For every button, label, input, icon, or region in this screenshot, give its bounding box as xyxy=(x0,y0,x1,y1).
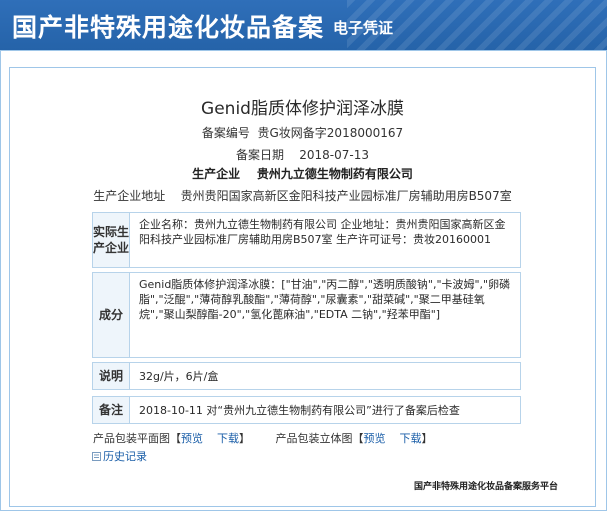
ingredients-section: 成分 Genid脂质体修护润泽冰膜：["甘油","丙二醇","透明质酸钠","卡… xyxy=(92,272,521,358)
description-section: 说明 32g/片，6片/盒 xyxy=(92,362,521,390)
product-name: Genid脂质体修护润泽冰膜 xyxy=(201,99,404,119)
header-title: 国产非特殊用途化妆品备案 xyxy=(12,13,325,42)
flat-preview-link[interactable]: 预览 xyxy=(181,432,203,445)
description-label: 说明 xyxy=(93,363,130,389)
manufacturer-label: 生产企业 xyxy=(192,167,241,181)
remark-label: 备注 xyxy=(93,397,130,423)
actual-producer-section: 实际生产企业 企业名称：贵州九立德生物制药有限公司 企业地址：贵州贵阳国家高新区… xyxy=(92,212,521,268)
stereo-download-link[interactable]: 下载 xyxy=(400,432,422,445)
header-subtitle: 电子凭证 xyxy=(333,19,394,37)
actual-producer-label: 实际生产企业 xyxy=(93,213,130,267)
registration-date: 2018-07-13 xyxy=(299,148,370,162)
bracket-open: 【 xyxy=(352,432,364,445)
stereo-preview-link[interactable]: 预览 xyxy=(364,432,386,445)
bracket-close: 】 xyxy=(421,432,433,445)
manufacturer-address-row: 生产企业地址 贵州贵阳国家高新区金阳科技产业园标准厂房辅助用房B507室 xyxy=(10,187,595,204)
header-banner: 国产非特殊用途化妆品备案 电子凭证 xyxy=(0,0,607,50)
ingredients-label: 成分 xyxy=(93,273,130,357)
bracket-close: 】 xyxy=(239,432,250,445)
registration-number: 贵G妆网备字2018000167 xyxy=(257,126,404,140)
ingredients-text: Genid脂质体修护润泽冰膜：["甘油","丙二醇","透明质酸钠","卡波姆"… xyxy=(139,278,511,321)
registration-date-label: 备案日期 xyxy=(235,148,284,162)
history-icon xyxy=(92,452,101,461)
manufacturer-row: 生产企业 贵州九立德生物制药有限公司 xyxy=(10,165,595,182)
flat-package-links: 产品包装平面图【预览 下载】 xyxy=(93,432,250,445)
certificate-frame: Genid脂质体修护润泽冰膜 备案编号 贵G妆网备字2018000167 备案日… xyxy=(9,67,596,507)
certificate-outer-frame: Genid脂质体修护润泽冰膜 备案编号 贵G妆网备字2018000167 备案日… xyxy=(0,50,607,511)
manufacturer-address: 贵州贵阳国家高新区金阳科技产业园标准厂房辅助用房B507室 xyxy=(180,189,512,203)
stereo-package-links: 产品包装立体图【预览 下载】 xyxy=(276,432,433,445)
remark-section: 备注 2018-10-11 对“贵州九立德生物制药有限公司”进行了备案后检查 xyxy=(92,396,521,424)
flat-download-link[interactable]: 下载 xyxy=(217,432,239,445)
history-link[interactable]: 历史记录 xyxy=(103,450,147,463)
package-links: 产品包装平面图【预览 下载】 产品包装立体图【预览 下载】 xyxy=(93,430,455,446)
stereo-package-label: 产品包装立体图 xyxy=(275,432,353,445)
manufacturer-name: 贵州九立德生物制药有限公司 xyxy=(256,167,413,181)
description-text: 32g/片，6片/盒 xyxy=(139,370,219,383)
footer-platform-name: 国产非特殊用途化妆品备案服务平台 xyxy=(414,482,559,492)
registration-date-row: 备案日期 2018-07-13 xyxy=(10,146,595,163)
registration-number-row: 备案编号 贵G妆网备字2018000167 xyxy=(10,124,595,141)
registration-number-label: 备案编号 xyxy=(201,126,250,140)
history-link-row[interactable]: 历史记录 xyxy=(92,448,147,464)
remark-text: 2018-10-11 对“贵州九立德生物制药有限公司”进行了备案后检查 xyxy=(139,404,460,417)
actual-producer-text: 企业名称：贵州九立德生物制药有限公司 企业地址：贵州贵阳国家高新区金阳科技产业园… xyxy=(139,218,506,246)
manufacturer-address-label: 生产企业地址 xyxy=(93,189,166,203)
flat-package-label: 产品包装平面图 xyxy=(93,432,170,445)
bracket-open: 【 xyxy=(170,432,181,445)
